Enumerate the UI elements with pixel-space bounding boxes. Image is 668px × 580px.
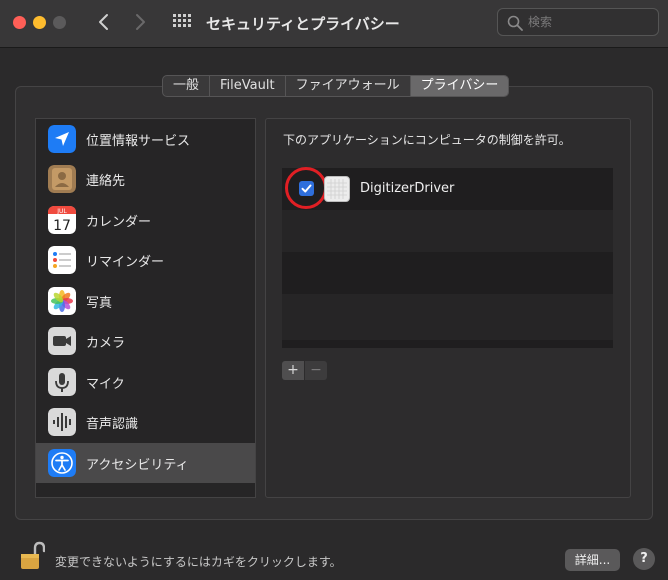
sidebar-item-label: リマインダー — [86, 255, 165, 270]
empty-row — [282, 252, 613, 294]
checkmark-icon — [301, 184, 312, 193]
empty-row — [282, 294, 613, 336]
sidebar-item-label: カメラ — [86, 336, 126, 351]
chevron-left-icon — [99, 14, 108, 30]
search-icon — [507, 15, 523, 31]
chevron-right-icon — [136, 14, 145, 30]
show-all-button[interactable] — [172, 13, 192, 33]
help-button[interactable]: ? — [633, 548, 655, 570]
tab-bar: 一般 FileVault ファイアウォール プライバシー — [162, 75, 510, 97]
close-window-button[interactable] — [13, 16, 26, 29]
sidebar-item-label: 音声認識 — [86, 417, 139, 432]
contacts-icon — [48, 165, 76, 193]
details-button[interactable]: 詳細... — [565, 549, 620, 571]
add-app-button[interactable]: + — [282, 361, 304, 380]
tab-filevault[interactable]: FileVault — [210, 76, 286, 96]
back-button[interactable] — [92, 10, 116, 34]
app-grid-icon — [324, 176, 350, 202]
permission-heading: 下のアプリケーションにコンピュータの制御を許可。 — [283, 133, 571, 147]
list-bottom-band — [282, 340, 613, 348]
search-input[interactable] — [528, 13, 653, 31]
app-enable-checkbox[interactable] — [299, 181, 314, 196]
minimize-window-button[interactable] — [33, 16, 46, 29]
app-permission-list: DigitizerDriver — [282, 167, 613, 348]
sidebar-item-accessibility[interactable]: アクセシビリティ — [36, 443, 255, 483]
tab-firewall[interactable]: ファイアウォール — [286, 76, 411, 96]
tab-privacy[interactable]: プライバシー — [410, 76, 509, 96]
location-arrow-icon — [48, 125, 76, 153]
title-bar: セキュリティとプライバシー — [0, 0, 668, 48]
accessibility-icon — [48, 449, 76, 477]
calendar-day-text: 17 — [53, 218, 71, 234]
sidebar-item-label: カレンダー — [86, 215, 152, 230]
sidebar-item-microphone[interactable]: マイク — [36, 362, 255, 402]
app-name-label: DigitizerDriver — [360, 181, 455, 196]
sidebar-item-contacts[interactable]: 連絡先 — [36, 159, 255, 199]
calendar-month-text: JUL — [56, 208, 67, 215]
lock-hint-text: 変更できないようにするにはカギをクリックします。 — [55, 555, 342, 569]
unlocked-padlock-icon — [21, 541, 46, 569]
sidebar-item-label: 位置情報サービス — [86, 134, 191, 149]
calendar-icon: JUL 17 — [48, 206, 76, 234]
forward-button[interactable] — [128, 10, 152, 34]
privacy-category-list: 位置情報サービス 連絡先 JUL 17 カレンダー リマインダー 写真 カメラ … — [35, 118, 256, 498]
sidebar-item-calendar[interactable]: JUL 17 カレンダー — [36, 200, 255, 240]
sidebar-item-photos[interactable]: 写真 — [36, 281, 255, 321]
zoom-window-button[interactable] — [53, 16, 66, 29]
list-item[interactable]: DigitizerDriver — [282, 167, 613, 210]
window-title: セキュリティとプライバシー — [206, 15, 400, 33]
sidebar-item-location-services[interactable]: 位置情報サービス — [36, 119, 255, 159]
speech-recognition-icon — [48, 408, 76, 436]
sidebar-item-label: 写真 — [86, 296, 113, 311]
sidebar-item-label: マイク — [86, 377, 125, 392]
microphone-icon — [48, 368, 76, 396]
sidebar-item-speech-recognition[interactable]: 音声認識 — [36, 402, 255, 442]
sidebar-item-label: アクセシビリティ — [86, 458, 189, 473]
lock-button[interactable] — [19, 540, 46, 572]
photos-icon — [48, 287, 76, 315]
grid-icon — [173, 14, 191, 27]
sidebar-item-camera[interactable]: カメラ — [36, 321, 255, 361]
reminders-icon — [48, 246, 76, 274]
sidebar-item-reminders[interactable]: リマインダー — [36, 240, 255, 280]
camera-icon — [48, 327, 76, 355]
remove-app-button[interactable]: − — [305, 361, 327, 380]
tab-general[interactable]: 一般 — [163, 76, 211, 96]
search-field[interactable] — [497, 8, 659, 36]
sidebar-item-label: 連絡先 — [86, 174, 126, 189]
empty-row — [282, 210, 613, 252]
